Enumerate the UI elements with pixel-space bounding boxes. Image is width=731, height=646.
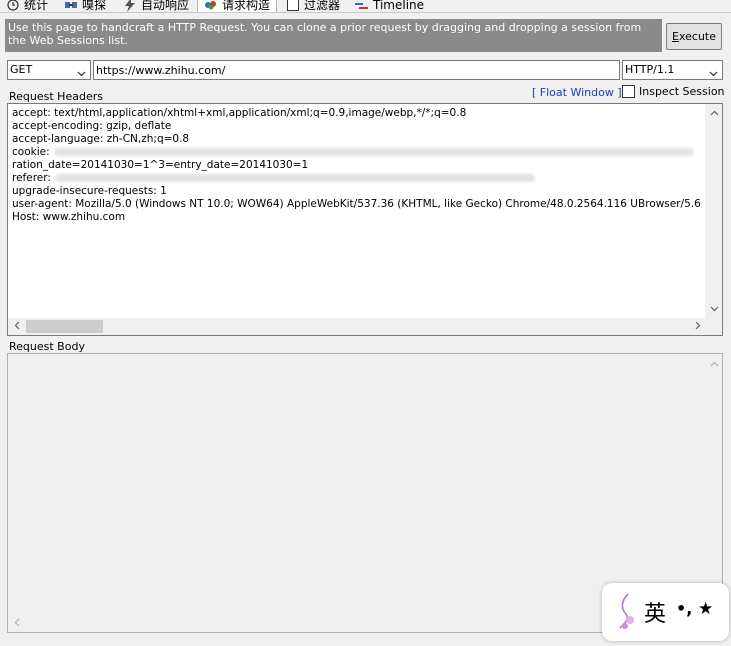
redacted-blur (53, 148, 694, 156)
headers-horizontal-scrollbar[interactable] (8, 318, 722, 335)
header-line-referer: referer: (12, 172, 702, 185)
lightning-icon (123, 0, 137, 12)
header-line: accept: text/html,application/xhtml+xml,… (12, 107, 467, 119)
http-version-value: HTTP/1.1 (625, 63, 675, 76)
header-line: accept-language: zh-CN,zh;q=0.8 (12, 133, 190, 145)
headers-content: accept: text/html,application/xhtml+xml,… (12, 107, 702, 224)
inspect-session-label: Inspect Session (639, 85, 725, 98)
scroll-right-icon[interactable] (692, 321, 702, 331)
checkbox-icon (286, 0, 300, 12)
headers-vertical-scrollbar[interactable] (705, 104, 722, 319)
ime-logo-icon (616, 592, 638, 632)
header-line: upgrade-insecure-requests: 1 (12, 185, 167, 197)
request-body-label: Request Body (9, 340, 85, 353)
chevron-down-icon (77, 66, 86, 77)
scroll-left-icon[interactable] (12, 618, 22, 628)
header-line: user-agent: Mozilla/5.0 (Windows NT 10.0… (12, 198, 702, 210)
scroll-up-icon[interactable] (709, 360, 719, 370)
body-vertical-scrollbar[interactable] (705, 354, 722, 616)
ime-language-toggle[interactable]: 英 (644, 596, 666, 628)
info-banner: Use this page to handcraft a HTTP Reques… (5, 19, 662, 52)
scroll-down-icon[interactable] (709, 304, 719, 314)
ime-toolbar[interactable]: 英 •, ★ (602, 583, 729, 641)
execute-label: Execute (672, 30, 716, 43)
header-line: ration_date=20141030=1^3=entry_date=2014… (12, 159, 309, 171)
method-value: GET (10, 63, 33, 76)
request-headers-textarea[interactable]: accept: text/html,application/xhtml+xml,… (7, 103, 723, 336)
sniff-icon (64, 0, 78, 12)
scroll-left-icon[interactable] (12, 321, 22, 331)
http-version-select[interactable]: HTTP/1.1 (622, 60, 723, 80)
method-select[interactable]: GET (7, 60, 91, 80)
redacted-blur (54, 174, 535, 182)
inspect-session-checkbox[interactable] (622, 85, 635, 98)
ime-punctuation-toggle[interactable]: •, (676, 599, 692, 618)
scroll-up-icon[interactable] (709, 109, 719, 119)
header-line: accept-encoding: gzip, deflate (12, 120, 172, 132)
execute-button[interactable]: Execute (666, 23, 722, 50)
star-icon[interactable]: ★ (698, 599, 713, 619)
header-line: Host: www.zhihu.com (12, 211, 126, 223)
request-headers-label: Request Headers (9, 90, 103, 103)
url-input[interactable] (93, 60, 620, 80)
composer-icon (204, 0, 218, 12)
timeline-icon (355, 0, 369, 12)
chevron-down-icon (709, 66, 718, 77)
tab-strip: 统计 嗅探 自动响应 请求构造 过滤器 Timeline (0, 0, 731, 13)
tab-label: Timeline (373, 0, 425, 12)
stopwatch-icon (6, 0, 20, 12)
tab-divider (0, 12, 731, 13)
float-window-link[interactable]: [ Float Window ] (532, 86, 622, 99)
header-line-cookie: cookie: (12, 146, 702, 159)
horizontal-scroll-thumb[interactable] (26, 320, 103, 333)
